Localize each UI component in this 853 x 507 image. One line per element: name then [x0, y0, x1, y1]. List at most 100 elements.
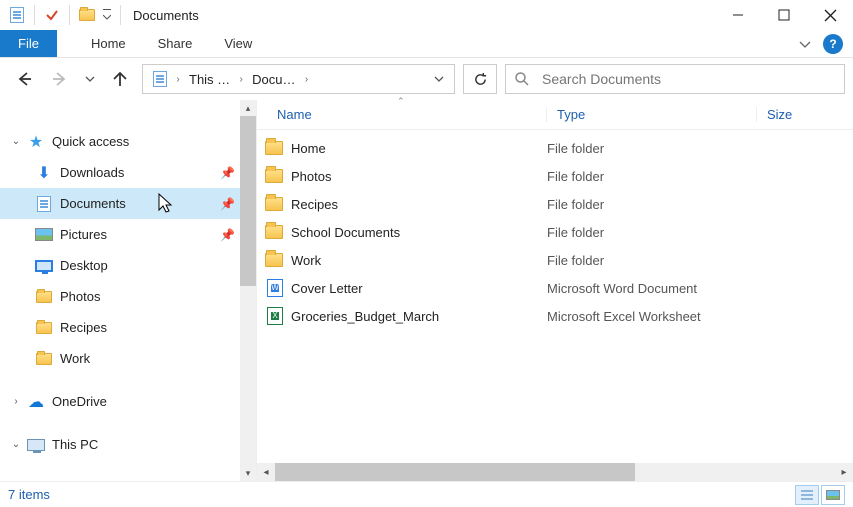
- tree-desktop[interactable]: Desktop: [0, 250, 256, 281]
- file-row[interactable]: PhotosFile folder: [257, 162, 853, 190]
- breadcrumb-this-pc[interactable]: This …: [183, 65, 236, 93]
- folder-icon: [265, 225, 283, 239]
- navigation-row: › This … › Docu… ›: [0, 58, 853, 100]
- qat-check-icon[interactable]: [41, 4, 63, 26]
- folder-icon: [265, 169, 283, 183]
- search-box[interactable]: [505, 64, 845, 94]
- cloud-icon: ☁: [26, 392, 46, 412]
- address-dropdown-icon[interactable]: [428, 74, 450, 84]
- sort-indicator-icon: ⌃: [397, 96, 405, 107]
- address-bar[interactable]: › This … › Docu… ›: [142, 64, 455, 94]
- chevron-down-icon[interactable]: ⌄: [6, 439, 26, 450]
- file-row[interactable]: HomeFile folder: [257, 134, 853, 162]
- file-type: File folder: [547, 197, 757, 212]
- chevron-right-icon[interactable]: ›: [236, 74, 246, 85]
- file-type: File folder: [547, 225, 757, 240]
- refresh-button[interactable]: [463, 64, 497, 94]
- help-button[interactable]: ?: [823, 34, 843, 54]
- horizontal-scrollbar[interactable]: ◂ ▸: [257, 463, 853, 481]
- nav-scrollbar[interactable]: ▴ ▾: [240, 100, 256, 481]
- ribbon-tabs: File Home Share View ?: [0, 30, 853, 58]
- tab-share[interactable]: Share: [142, 30, 209, 57]
- chevron-down-icon[interactable]: ⌄: [6, 136, 26, 147]
- file-type: File folder: [547, 141, 757, 156]
- breadcrumb-root-icon[interactable]: [147, 65, 173, 93]
- separator: [69, 5, 70, 25]
- file-type: Microsoft Word Document: [547, 281, 757, 296]
- view-details-button[interactable]: [795, 485, 819, 505]
- tree-label: Work: [60, 351, 236, 366]
- item-count: 7 items: [8, 487, 50, 502]
- status-bar: 7 items: [0, 481, 853, 507]
- file-name: Photos: [291, 169, 547, 184]
- tree-onedrive[interactable]: › ☁ OneDrive: [0, 386, 256, 417]
- tree-label: This PC: [52, 437, 236, 452]
- forward-button[interactable]: [46, 64, 74, 94]
- tree-this-pc[interactable]: ⌄ This PC: [0, 429, 256, 460]
- file-row[interactable]: School DocumentsFile folder: [257, 218, 853, 246]
- separator: [120, 5, 121, 25]
- search-input[interactable]: [540, 70, 836, 88]
- recent-dropdown-icon[interactable]: [82, 64, 98, 94]
- tab-home[interactable]: Home: [75, 30, 142, 57]
- view-thumbnails-button[interactable]: [821, 485, 845, 505]
- maximize-button[interactable]: [761, 0, 807, 30]
- tree-documents[interactable]: Documents 📌: [0, 188, 256, 219]
- scroll-left-icon[interactable]: ◂: [257, 467, 275, 478]
- tab-file[interactable]: File: [0, 30, 57, 57]
- up-button[interactable]: [106, 64, 134, 94]
- file-row[interactable]: WCover LetterMicrosoft Word Document: [257, 274, 853, 302]
- pc-icon: [26, 435, 46, 455]
- scroll-up-icon[interactable]: ▴: [240, 100, 256, 116]
- back-button[interactable]: [10, 64, 38, 94]
- column-name[interactable]: Name: [257, 107, 547, 122]
- window-title: Documents: [133, 8, 199, 23]
- tree-recipes[interactable]: Recipes: [0, 312, 256, 343]
- minimize-button[interactable]: [715, 0, 761, 30]
- tree-photos[interactable]: Photos: [0, 281, 256, 312]
- file-row[interactable]: RecipesFile folder: [257, 190, 853, 218]
- scroll-thumb[interactable]: [275, 463, 635, 481]
- chevron-right-icon[interactable]: ›: [302, 74, 312, 85]
- scroll-right-icon[interactable]: ▸: [835, 467, 853, 478]
- chevron-right-icon[interactable]: ›: [173, 74, 183, 85]
- breadcrumb-documents[interactable]: Docu…: [246, 65, 301, 93]
- title-bar: Documents: [0, 0, 853, 30]
- pin-icon: 📌: [220, 197, 236, 211]
- file-type: Microsoft Excel Worksheet: [547, 309, 757, 324]
- navigation-pane: ⌄ ★ Quick access ⬇ Downloads 📌 Documents…: [0, 100, 256, 481]
- file-list: HomeFile folderPhotosFile folderRecipesF…: [257, 130, 853, 463]
- file-name: Groceries_Budget_March: [291, 309, 547, 324]
- file-type: File folder: [547, 169, 757, 184]
- tree-label: Quick access: [52, 134, 236, 149]
- file-row[interactable]: XGroceries_Budget_MarchMicrosoft Excel W…: [257, 302, 853, 330]
- qat-folder-icon[interactable]: [76, 4, 98, 26]
- desktop-icon: [34, 256, 54, 276]
- file-row[interactable]: WorkFile folder: [257, 246, 853, 274]
- file-name: School Documents: [291, 225, 547, 240]
- file-name: Recipes: [291, 197, 547, 212]
- scroll-thumb[interactable]: [240, 116, 256, 286]
- file-name: Work: [291, 253, 547, 268]
- tree-quick-access[interactable]: ⌄ ★ Quick access: [0, 126, 256, 157]
- star-icon: ★: [26, 132, 46, 152]
- tree-label: Documents: [60, 196, 220, 211]
- column-size[interactable]: Size: [757, 107, 853, 122]
- chevron-right-icon[interactable]: ›: [6, 396, 26, 407]
- close-button[interactable]: [807, 0, 853, 30]
- qat-dropdown-icon[interactable]: [100, 4, 114, 26]
- column-type[interactable]: Type: [547, 107, 757, 122]
- tab-view[interactable]: View: [208, 30, 268, 57]
- column-headers: ⌃ Name Type Size: [257, 100, 853, 130]
- file-type: File folder: [547, 253, 757, 268]
- tree-label: Downloads: [60, 165, 220, 180]
- file-name: Cover Letter: [291, 281, 547, 296]
- search-icon: [514, 71, 530, 87]
- scroll-down-icon[interactable]: ▾: [240, 465, 256, 481]
- tree-pictures[interactable]: Pictures 📌: [0, 219, 256, 250]
- tree-downloads[interactable]: ⬇ Downloads 📌: [0, 157, 256, 188]
- ribbon-expand-icon[interactable]: [791, 30, 819, 57]
- qat-properties-icon[interactable]: [6, 4, 28, 26]
- tree-work[interactable]: Work: [0, 343, 256, 374]
- folder-icon: [265, 253, 283, 267]
